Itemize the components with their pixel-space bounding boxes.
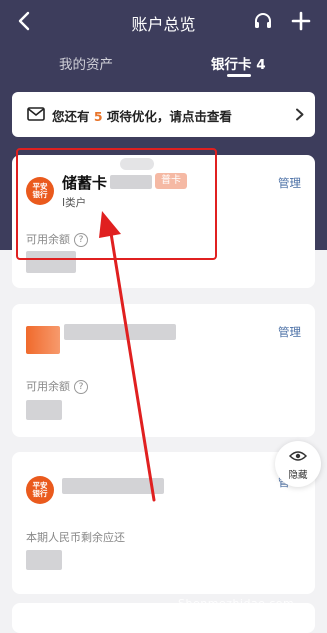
tab-my-assets[interactable]: 我的资产 <box>59 53 113 73</box>
headset-icon[interactable] <box>253 11 273 31</box>
credit-card-item[interactable]: 平安银行 管 本期人民币剩余应还 <box>12 452 315 594</box>
bank-logo <box>26 326 60 354</box>
page-title: 账户总览 <box>131 15 196 34</box>
balance-label: 可用余额? <box>26 378 88 394</box>
manage-link[interactable]: 管理 <box>278 324 301 340</box>
masked-card-name <box>64 324 176 340</box>
bank-logo: 平安 银行 <box>26 476 54 504</box>
masked-balance <box>26 400 62 420</box>
masked-card-name <box>62 478 164 494</box>
bank-card-item[interactable]: 管理 可用余额? <box>12 304 315 437</box>
watermark: Shenmezhidao.com <box>178 597 295 610</box>
notice-text: 您还有 5 项待优化，请点击查看 <box>52 109 232 124</box>
nav-bar: 账户总览 <box>0 0 327 44</box>
manage-link[interactable]: 管理 <box>278 175 301 191</box>
highlight-box <box>16 148 217 260</box>
masked-amount <box>26 550 62 570</box>
chevron-right-icon <box>296 108 304 121</box>
plus-icon[interactable] <box>290 10 312 32</box>
help-icon[interactable]: ? <box>74 380 88 394</box>
hide-balance-button[interactable]: 隐藏 <box>275 441 321 487</box>
tab-bank-cards[interactable]: 银行卡 4 <box>211 53 266 73</box>
repayment-label: 本期人民币剩余应还 <box>26 531 125 544</box>
mail-icon <box>27 107 45 121</box>
active-tab-indicator <box>227 74 251 77</box>
eye-icon <box>289 451 307 461</box>
hide-label: 隐藏 <box>288 470 308 481</box>
pending-count: 5 <box>93 109 103 124</box>
optimization-notice[interactable]: 您还有 5 项待优化，请点击查看 <box>12 92 315 137</box>
